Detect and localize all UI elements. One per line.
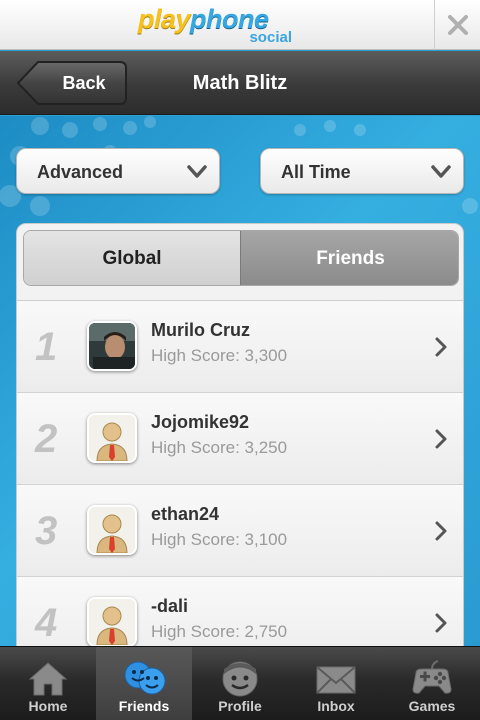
list-item[interactable]: 1 Murilo Cruz High Score: 3,300 [17, 301, 463, 393]
back-button[interactable]: Back [16, 60, 128, 106]
tab-global[interactable]: Global [24, 231, 240, 285]
avatar [87, 321, 137, 371]
leaderboard-panel: Global Friends 1 Murilo Cruz High Score:… [16, 223, 464, 663]
leaderboard-list: 1 Murilo Cruz High Score: 3,300 2 Jojomi… [17, 300, 463, 662]
page-title: Math Blitz [192, 72, 288, 94]
chevron-right-icon [435, 337, 447, 357]
close-button[interactable] [434, 0, 480, 50]
difficulty-dropdown[interactable]: Advanced [16, 148, 220, 194]
tab-home[interactable]: Home [0, 647, 96, 720]
tab-friends-nav[interactable]: Friends [96, 647, 192, 720]
high-score: High Score: 3,300 [151, 346, 288, 365]
high-score: High Score: 2,750 [151, 622, 288, 641]
chevron-right-icon [435, 613, 447, 633]
tab-inbox[interactable]: Inbox [288, 647, 384, 720]
default-person-icon [89, 599, 135, 645]
chevron-right-icon [435, 429, 447, 449]
tab-games[interactable]: Games [384, 647, 480, 720]
difficulty-value: Advanced [37, 162, 124, 182]
playphone-social-logo: playphone social [138, 4, 292, 46]
list-item[interactable]: 2 Jojomike92 High Score: 3,250 [17, 393, 463, 485]
user-photo [89, 323, 135, 369]
close-icon [447, 15, 468, 35]
friends-icon [124, 661, 166, 695]
time-period-value: All Time [281, 162, 351, 182]
time-period-dropdown[interactable]: All Time [260, 148, 464, 194]
avatar [87, 597, 137, 647]
default-person-icon [89, 415, 135, 461]
rank-number: 2 [35, 417, 58, 461]
profile-icon [222, 661, 258, 697]
bottom-tab-bar: Home Friends Profile Inbox Games [0, 646, 480, 720]
avatar [87, 413, 137, 463]
scope-segmented-control: Global Friends [23, 230, 459, 286]
player-name: ethan24 [151, 504, 220, 524]
chevron-right-icon [435, 521, 447, 541]
tab-friends[interactable]: Friends [240, 231, 458, 285]
rank-number: 1 [35, 325, 58, 369]
brand-bar: playphone social [0, 0, 480, 50]
title-bar: Back Math Blitz [0, 51, 480, 115]
rank-number: 3 [35, 509, 58, 553]
tab-profile[interactable]: Profile [192, 647, 288, 720]
home-icon [28, 662, 68, 696]
player-name: Jojomike92 [151, 412, 250, 432]
chevron-down-icon [187, 165, 207, 178]
list-item[interactable]: 3 ethan24 High Score: 3,100 [17, 485, 463, 577]
player-name: Murilo Cruz [151, 320, 250, 340]
inbox-icon [316, 666, 356, 694]
default-person-icon [89, 507, 135, 553]
avatar [87, 505, 137, 555]
gamepad-icon [412, 660, 452, 694]
high-score: High Score: 3,250 [151, 438, 288, 457]
chevron-down-icon [431, 165, 451, 178]
high-score: High Score: 3,100 [151, 530, 288, 549]
player-name: -dali [151, 596, 189, 616]
